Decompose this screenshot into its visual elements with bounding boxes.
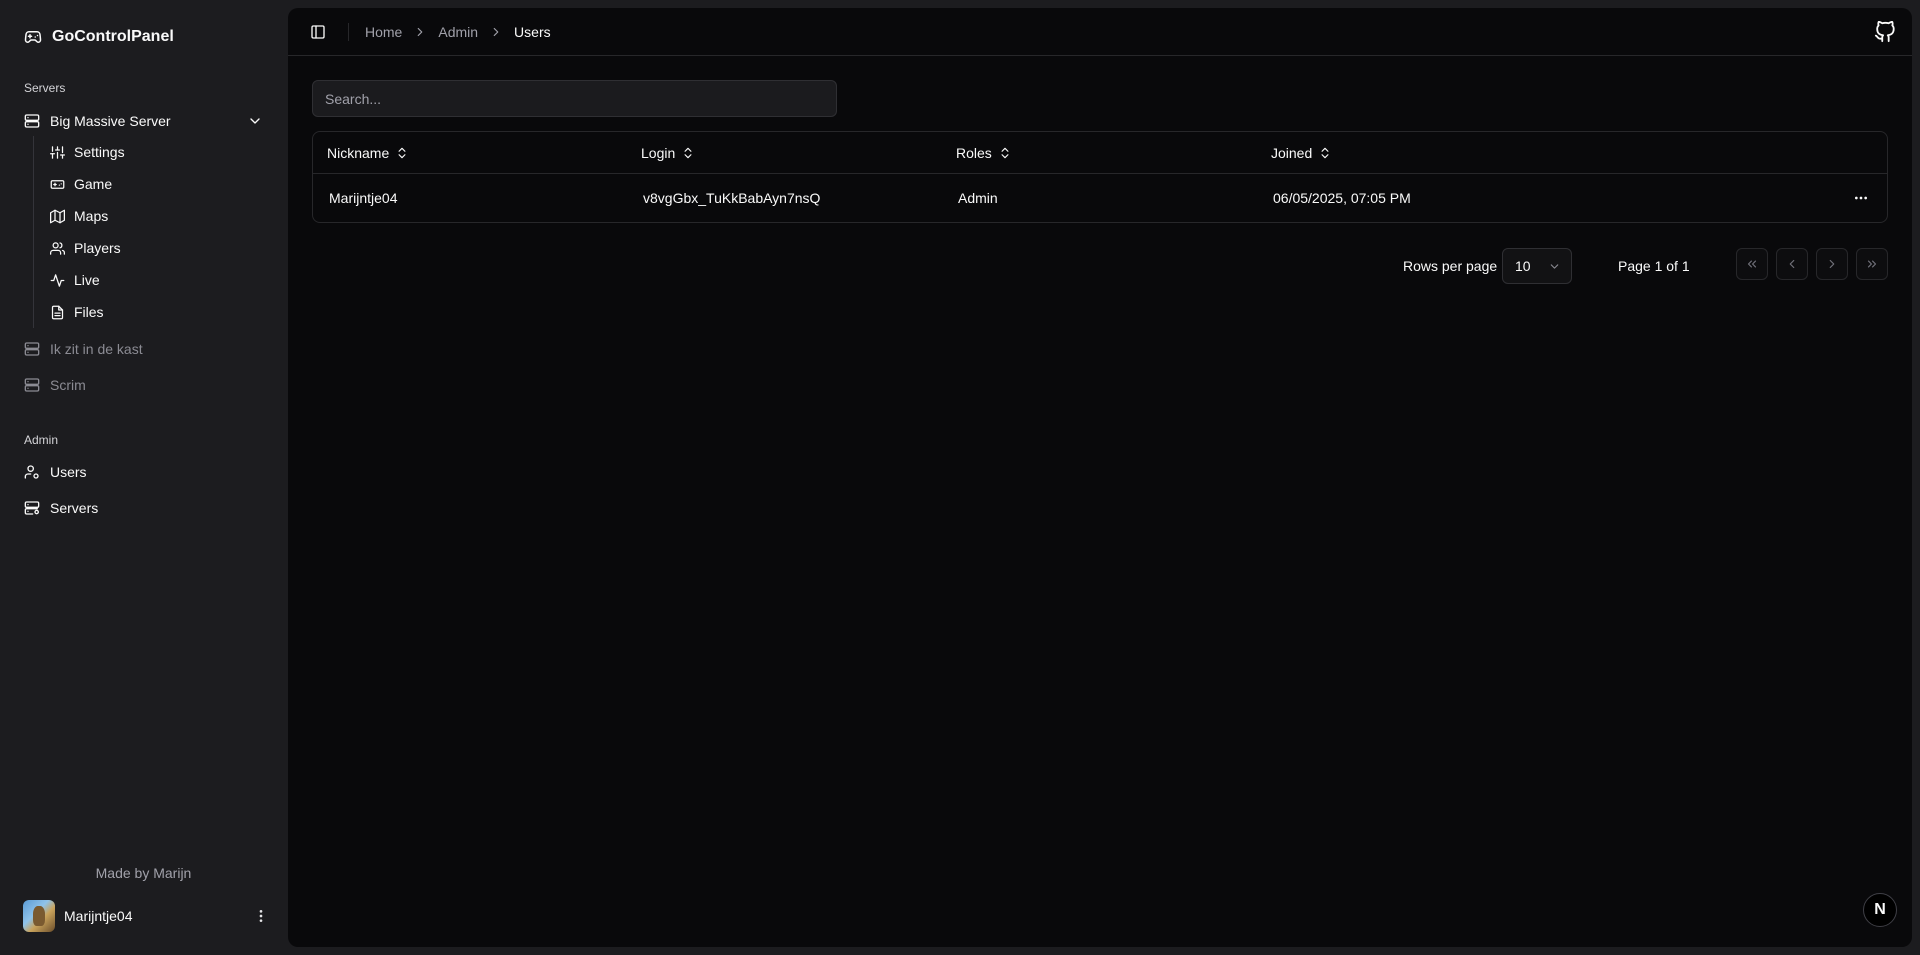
- app-name: GoControlPanel: [52, 28, 174, 45]
- activity-icon: [50, 273, 65, 287]
- server-icon: [24, 342, 40, 356]
- cell-nickname: Marijntje04: [329, 190, 398, 206]
- column-label: Login: [641, 145, 676, 161]
- more-horizontal-icon[interactable]: [1851, 188, 1871, 208]
- breadcrumb: Home Admin Users: [365, 23, 551, 41]
- sidebar-item-label: Users: [50, 464, 87, 480]
- cell-joined: 06/05/2025, 07:05 PM: [1273, 190, 1411, 206]
- users-table: Nickname Login Roles Joined Marijntje04 …: [312, 131, 1888, 223]
- sliders-icon: [50, 145, 65, 159]
- sidebar-item-players[interactable]: Players: [42, 234, 271, 262]
- chevron-right-icon: [1829, 259, 1835, 269]
- rows-per-page-label: Rows per page: [1403, 258, 1498, 274]
- sidebar-item-scrim[interactable]: Scrim: [16, 370, 271, 400]
- cell-roles: Admin: [958, 190, 998, 206]
- gamepad-logo-icon: [24, 31, 42, 43]
- topbar: Home Admin Users: [288, 8, 1912, 56]
- file-icon: [51, 305, 64, 319]
- topbar-divider: [348, 23, 349, 41]
- chevron-left-icon: [1789, 259, 1795, 269]
- sidebar-item-label: Ik zit in de kast: [50, 341, 143, 357]
- column-header-login[interactable]: Login: [641, 132, 695, 174]
- breadcrumb-admin[interactable]: Admin: [438, 24, 478, 40]
- breadcrumb-home[interactable]: Home: [365, 24, 402, 40]
- chevrons-right-icon: [1867, 260, 1877, 268]
- server-icon: [24, 114, 40, 128]
- gamepad-icon: [50, 179, 65, 189]
- column-label: Roles: [956, 145, 992, 161]
- table-row[interactable]: Marijntje04 v8vgGbx_TuKkBabAyn7nsQ Admin…: [313, 174, 1887, 222]
- brand[interactable]: GoControlPanel: [24, 26, 174, 48]
- sidebar-item-label: Servers: [50, 500, 99, 516]
- column-header-roles[interactable]: Roles: [956, 132, 1012, 174]
- rows-per-page-value: 10: [1515, 258, 1531, 274]
- sidebar-item-label: Files: [74, 304, 104, 320]
- chevron-right-icon: [413, 25, 427, 39]
- sidebar-item-label: Maps: [74, 208, 109, 224]
- chevron-down-icon: [1550, 264, 1559, 269]
- chevron-right-icon: [489, 25, 503, 39]
- page-indicator: Page 1 of 1: [1618, 258, 1690, 274]
- github-icon[interactable]: [1874, 20, 1896, 43]
- search-input[interactable]: [312, 80, 837, 117]
- breadcrumb-users: Users: [514, 24, 551, 40]
- sidebar-item-users[interactable]: Users: [16, 457, 271, 487]
- nextjs-badge[interactable]: N: [1863, 893, 1897, 927]
- sidebar-item-label: Players: [74, 240, 121, 256]
- column-header-joined[interactable]: Joined: [1271, 132, 1332, 174]
- sidebar-item-label: Scrim: [50, 377, 86, 393]
- sidebar-item-label: Game: [74, 176, 113, 192]
- sidebar-item-ik-zit-in-de-kast[interactable]: Ik zit in de kast: [16, 334, 271, 364]
- server-sub-menu: Settings Game Maps Players Live Files: [33, 136, 271, 328]
- last-page-button[interactable]: [1856, 248, 1888, 280]
- rows-per-page-select[interactable]: 10: [1502, 248, 1572, 284]
- first-page-button[interactable]: [1736, 248, 1768, 280]
- avatar: [23, 900, 55, 932]
- map-icon: [50, 209, 65, 223]
- column-header-nickname[interactable]: Nickname: [327, 132, 409, 174]
- chevrons-left-icon: [1747, 260, 1757, 268]
- server-cog-icon: [24, 501, 40, 515]
- sidebar-item-label: Big Massive Server: [50, 113, 171, 129]
- table-header: Nickname Login Roles Joined: [313, 132, 1887, 174]
- sidebar-item-live[interactable]: Live: [42, 266, 271, 294]
- servers-group-label: Servers: [24, 81, 66, 95]
- sort-icon: [1321, 147, 1329, 159]
- main-panel: Home Admin Users Nickname Login: [288, 8, 1912, 947]
- made-by-footer: Made by Marijn: [95, 865, 192, 881]
- more-vertical-icon[interactable]: [251, 906, 271, 926]
- sidebar-item-game[interactable]: Game: [42, 170, 271, 198]
- sort-icon: [1001, 147, 1009, 159]
- column-label: Nickname: [327, 145, 390, 161]
- cell-login: v8vgGbx_TuKkBabAyn7nsQ: [643, 190, 821, 206]
- user-name: Marijntje04: [64, 908, 133, 924]
- chevron-down-icon[interactable]: [247, 113, 263, 129]
- user-cog-icon: [24, 465, 39, 479]
- sidebar-item-settings[interactable]: Settings: [42, 138, 271, 166]
- sidebar-item-big-massive-server[interactable]: Big Massive Server: [16, 106, 271, 136]
- sidebar-item-label: Settings: [74, 144, 125, 160]
- sort-icon: [684, 147, 692, 159]
- sort-icon: [398, 147, 406, 159]
- previous-page-button[interactable]: [1776, 248, 1808, 280]
- sidebar: GoControlPanel Servers Big Massive Serve…: [0, 0, 287, 955]
- sidebar-item-label: Live: [74, 272, 100, 288]
- sidebar-toggle-icon[interactable]: [308, 22, 328, 42]
- sidebar-item-maps[interactable]: Maps: [42, 202, 271, 230]
- next-page-button[interactable]: [1816, 248, 1848, 280]
- user-menu[interactable]: Marijntje04: [16, 897, 271, 935]
- server-icon: [24, 378, 40, 392]
- column-label: Joined: [1271, 145, 1313, 161]
- sidebar-item-files[interactable]: Files: [42, 298, 271, 326]
- users-icon: [50, 241, 65, 255]
- admin-group-label: Admin: [24, 433, 59, 447]
- sidebar-item-servers[interactable]: Servers: [16, 493, 271, 523]
